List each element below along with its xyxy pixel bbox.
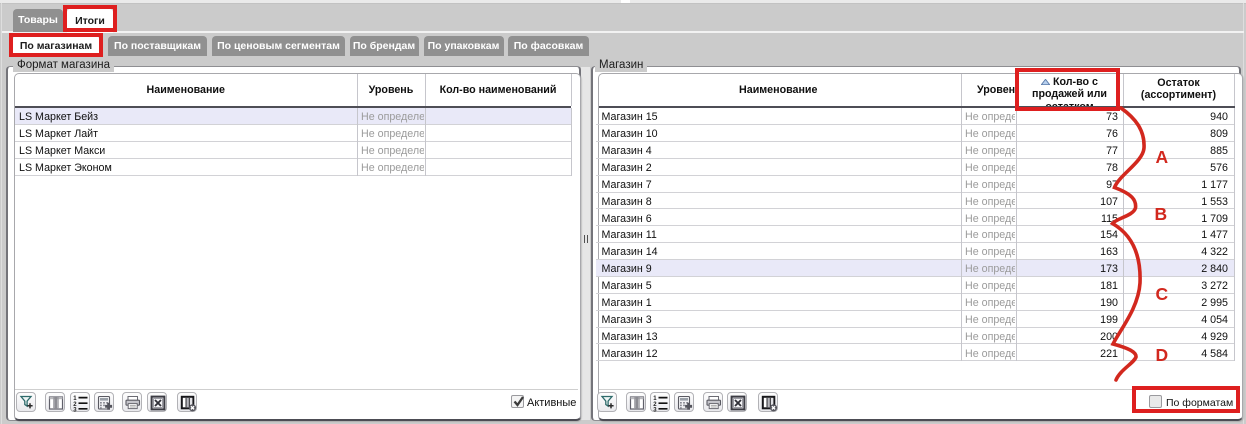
svg-text:3: 3 (73, 407, 77, 412)
svg-text:3: 3 (653, 407, 657, 412)
